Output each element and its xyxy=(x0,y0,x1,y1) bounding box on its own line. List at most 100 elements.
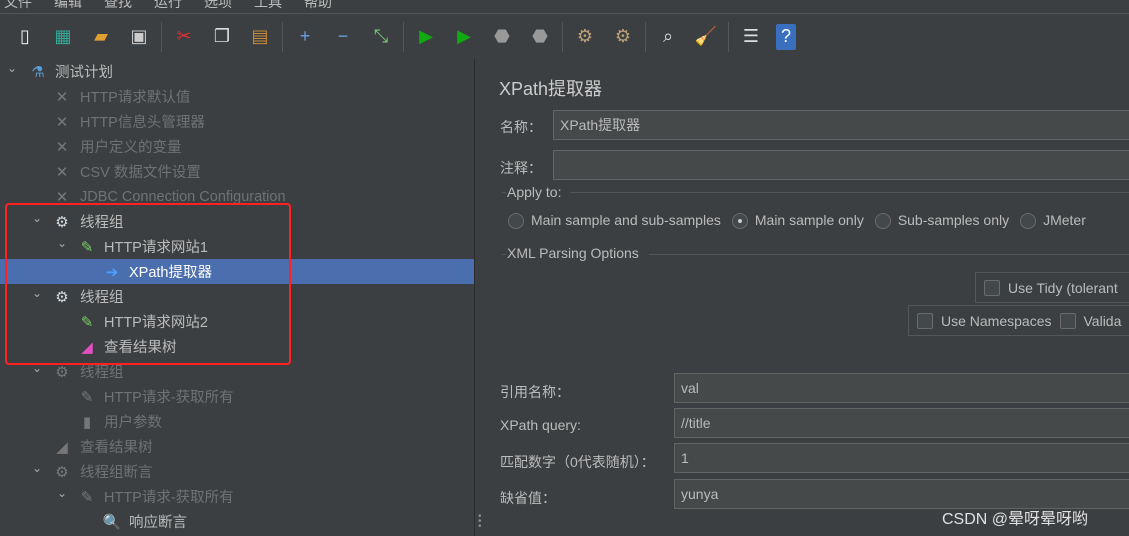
comment-label: 注释： xyxy=(500,160,542,176)
tree-node[interactable]: ✕ HTTP请求默认值 xyxy=(0,84,474,109)
config-element-icon: ✕ xyxy=(55,138,69,156)
sampler-pipette-icon: ✎ xyxy=(80,388,94,406)
search-icon[interactable]: ⌕ xyxy=(655,24,681,50)
radio-label: JMeter xyxy=(1043,212,1086,228)
start-no-pauses-icon[interactable]: ▶ xyxy=(451,24,477,50)
field-label: 匹配数字（0代表随机）： xyxy=(500,454,655,470)
tree-node-label: 测试计划 xyxy=(55,65,113,81)
radio-label: Sub-samples only xyxy=(897,212,1010,228)
tree-node-label: HTTP请求-获取所有 xyxy=(104,390,234,406)
tree-node[interactable]: ✕ 用户定义的变量 xyxy=(0,134,474,159)
tree-node-label: HTTP请求默认值 xyxy=(80,90,191,106)
menu-item[interactable]: 运行 xyxy=(154,0,182,10)
radio-circle[interactable] xyxy=(1020,213,1037,230)
tree-node-label: 用户参数 xyxy=(104,415,162,431)
listener-icon: ◢ xyxy=(56,438,68,456)
field-input[interactable]: val xyxy=(674,373,1129,403)
toggle-icon[interactable]: ⤡ xyxy=(368,24,394,50)
apply-to-legend: Apply to: xyxy=(507,184,562,200)
apply-to-radio[interactable]: Main sample only xyxy=(731,212,864,230)
watermark: CSDN @晕呀晕呀哟 xyxy=(942,511,1089,528)
tree-node[interactable]: ⌄ ⚗ 测试计划 xyxy=(0,59,474,84)
tree-node[interactable]: 🔍 响应断言 xyxy=(0,509,474,534)
toolbar-separator xyxy=(161,21,162,52)
radio-circle[interactable] xyxy=(874,213,891,230)
tree-node[interactable]: ✕ HTTP信息头管理器 xyxy=(0,109,474,134)
tree-node-label: HTTP请求-获取所有 xyxy=(104,490,234,506)
sampler-pipette-icon: ✎ xyxy=(80,488,94,506)
config-element-icon: ✕ xyxy=(55,113,69,131)
radio-circle[interactable] xyxy=(508,213,524,230)
use-namespaces-checkbox[interactable] xyxy=(917,312,933,329)
menu-item[interactable]: 编辑 xyxy=(54,0,82,10)
validate-label: Valida xyxy=(1083,312,1122,329)
clear-icon[interactable]: ⚙ xyxy=(572,24,598,50)
reset-search-icon[interactable]: 🧹 xyxy=(693,24,719,50)
menu-item[interactable]: 文件 xyxy=(4,0,32,10)
use-tidy-checkbox[interactable]: Use Tidy (tolerant xyxy=(975,272,1129,303)
menu-item[interactable]: 帮助 xyxy=(304,0,332,10)
tree-node[interactable]: ✎ HTTP请求-获取所有 xyxy=(0,384,474,409)
open-icon[interactable]: ▰ xyxy=(88,24,114,50)
checkbox-box[interactable] xyxy=(984,279,1000,296)
cut-icon[interactable]: ✂ xyxy=(171,24,197,50)
tree-node-label: 查看结果树 xyxy=(80,440,153,456)
menu-bar: 文件 编辑 查找 运行 选项 工具 帮助 xyxy=(0,0,332,10)
help-icon[interactable]: ? xyxy=(776,23,796,50)
highlight-annotation-box xyxy=(5,203,291,365)
menu-item[interactable]: 查找 xyxy=(104,0,132,10)
tree-node[interactable]: ⌄ ⚙ 线程组断言 xyxy=(0,459,474,484)
new-icon[interactable]: ▯ xyxy=(12,24,38,50)
field-input[interactable]: 1 xyxy=(674,443,1129,473)
drag-handle-icon[interactable]: • • • xyxy=(478,512,482,532)
tree-node-label: 用户定义的变量 xyxy=(80,140,182,156)
templates-icon[interactable]: ▦ xyxy=(50,24,76,50)
expand-chevron-icon[interactable]: ⌄ xyxy=(55,486,69,500)
preprocessor-icon: ▮ xyxy=(82,413,92,431)
name-label: 名称： xyxy=(500,119,542,135)
tree-node[interactable]: ◢ 查看结果树 xyxy=(0,434,474,459)
toolbar-separator xyxy=(645,21,646,52)
shutdown-icon[interactable]: ⬣ xyxy=(527,24,553,50)
toolbar-separator xyxy=(728,21,729,52)
expand-chevron-icon[interactable]: ⌄ xyxy=(5,61,19,75)
save-icon[interactable]: ▣ xyxy=(126,24,152,50)
field-label: 缺省值： xyxy=(500,490,556,506)
stop-icon[interactable]: ⬣ xyxy=(489,24,515,50)
validate-checkbox[interactable] xyxy=(1059,312,1076,329)
radio-circle[interactable] xyxy=(731,213,748,230)
thread-group-icon: ⚙ xyxy=(55,463,69,481)
start-icon[interactable]: ▶ xyxy=(413,24,439,50)
field-label: XPath query: xyxy=(500,417,581,433)
split-pane-divider[interactable]: • • • xyxy=(474,59,484,536)
use-tidy-label: Use Tidy (tolerant xyxy=(1008,279,1118,296)
function-helper-icon[interactable]: ☰ xyxy=(738,24,764,50)
expand-icon[interactable]: + xyxy=(292,24,318,50)
apply-to-radio[interactable]: Sub-samples only xyxy=(874,212,1010,230)
toolbar-separator xyxy=(562,21,563,52)
xpath-extractor-panel: XPath提取器 名称： XPath提取器 注释： Apply to: Main… xyxy=(484,59,1129,536)
toolbar: ▯ ▦ ▰ ▣ ✂ ❐ ▤ + − ⤡ ▶ ▶ ⬣ ⬣ ⚙ ⚙ ⌕ 🧹 ☰? xyxy=(0,13,1129,59)
tree-node[interactable]: ✕ CSV 数据文件设置 xyxy=(0,159,474,184)
tree-node-label: CSV 数据文件设置 xyxy=(80,165,201,181)
tree-node-label: 响应断言 xyxy=(129,515,187,531)
name-input[interactable]: XPath提取器 xyxy=(553,110,1129,140)
paste-icon[interactable]: ▤ xyxy=(247,24,273,50)
collapse-icon[interactable]: − xyxy=(330,24,356,50)
tree-node-label: HTTP信息头管理器 xyxy=(80,115,205,131)
copy-icon[interactable]: ❐ xyxy=(209,24,235,50)
tree-node-label: 线程组断言 xyxy=(80,465,153,481)
apply-to-radio[interactable]: JMeter xyxy=(1020,212,1086,230)
apply-to-radio[interactable]: Main sample and sub-samples xyxy=(508,212,721,230)
menu-item[interactable]: 选项 xyxy=(204,0,232,10)
clear-all-icon[interactable]: ⚙ xyxy=(610,24,636,50)
radio-label: Main sample and sub-samples xyxy=(531,212,721,228)
expand-chevron-icon[interactable]: ⌄ xyxy=(30,461,44,475)
panel-title: XPath提取器 xyxy=(499,79,603,99)
field-input[interactable]: //title xyxy=(674,408,1129,438)
toolbar-separator xyxy=(282,21,283,52)
tree-node[interactable]: ⌄ ✎ HTTP请求-获取所有 xyxy=(0,484,474,509)
comment-input[interactable] xyxy=(553,150,1129,180)
menu-item[interactable]: 工具 xyxy=(254,0,282,10)
tree-node[interactable]: ▮ 用户参数 xyxy=(0,409,474,434)
